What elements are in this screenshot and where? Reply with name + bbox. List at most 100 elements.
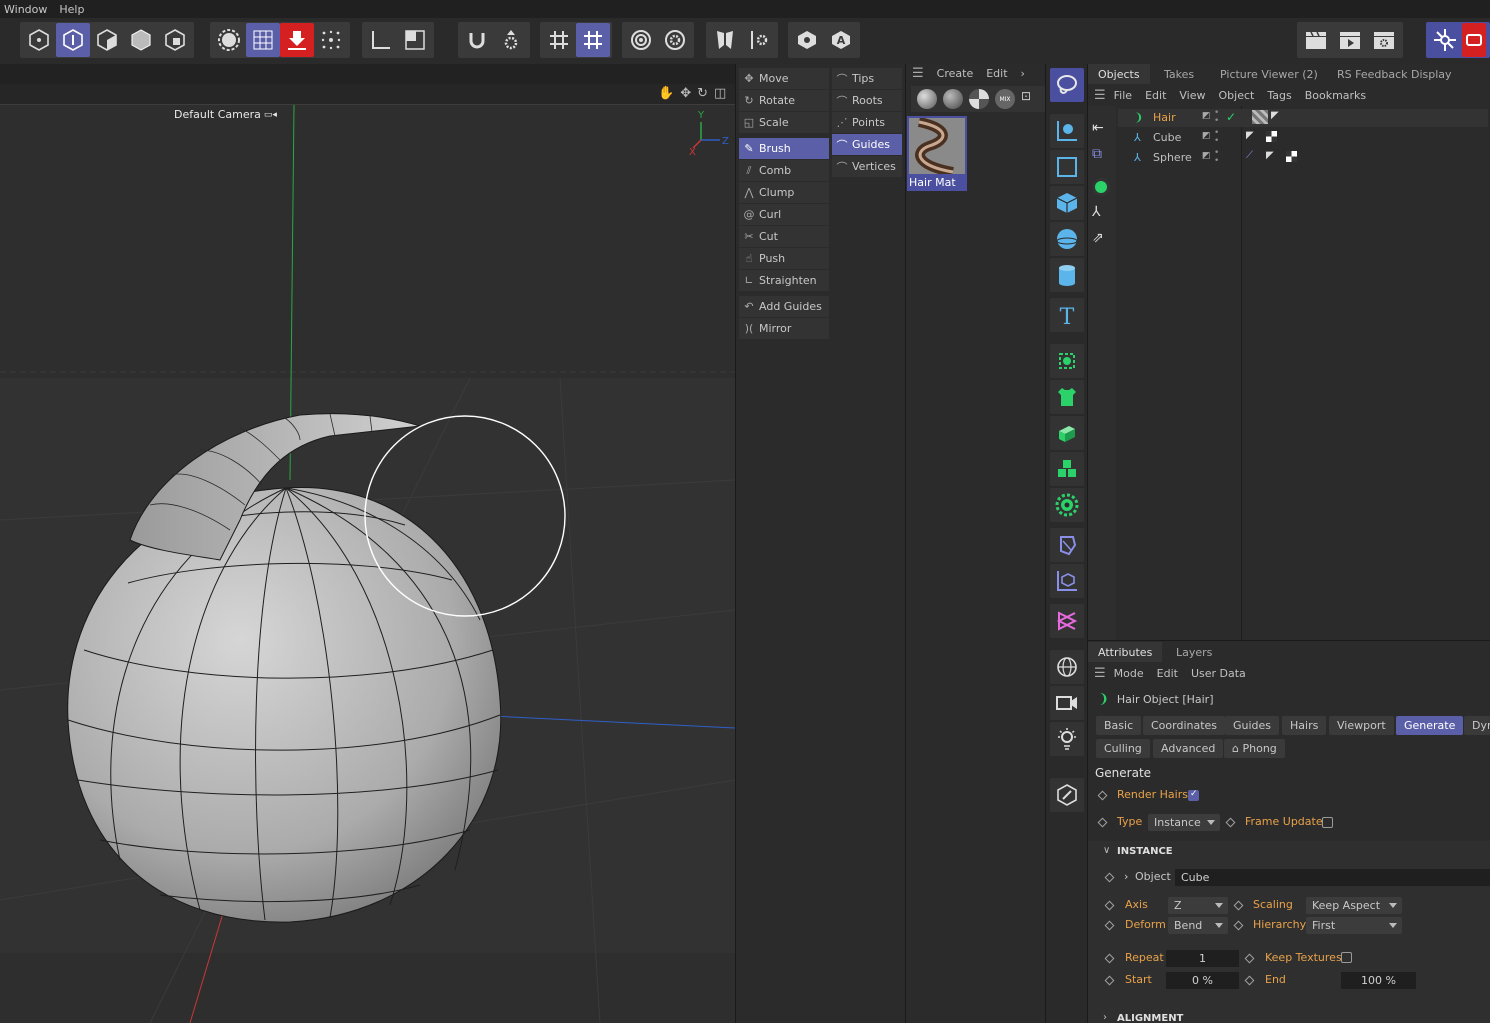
subdivision-icon[interactable]: [1050, 344, 1084, 378]
group-tab-phong[interactable]: ⌂ Phong: [1224, 739, 1285, 758]
visibility-dots-icon[interactable]: • •: [1214, 129, 1219, 146]
tag-icon[interactable]: ◤: [1266, 150, 1274, 161]
menu-tags[interactable]: Tags: [1267, 89, 1291, 102]
group-tab-advanced[interactable]: Advanced: [1153, 739, 1224, 758]
tool-brush[interactable]: ✎ Brush: [739, 138, 829, 159]
scene-globe-icon[interactable]: [1050, 650, 1084, 684]
menu-view[interactable]: View: [1179, 89, 1205, 102]
target-gear-icon[interactable]: [658, 23, 692, 57]
chevron-right-icon[interactable]: ›: [1021, 67, 1025, 80]
spline-icon[interactable]: [1050, 114, 1084, 148]
menu-object[interactable]: Object: [1219, 89, 1255, 102]
points-mode-icon[interactable]: [56, 23, 90, 57]
eye-icon[interactable]: [790, 23, 824, 57]
grid-icon[interactable]: [246, 23, 280, 57]
record-camera-icon[interactable]: [1462, 23, 1486, 57]
lasso-select-icon[interactable]: [1050, 68, 1084, 102]
redshift-icon[interactable]: [1428, 23, 1462, 57]
tool-straighten[interactable]: ∟ Straighten: [739, 270, 829, 291]
hair-tag-icon[interactable]: ⟋: [1246, 150, 1253, 161]
text-icon[interactable]: T: [1050, 298, 1084, 332]
camera-label[interactable]: Default Camera ▭◂: [174, 108, 277, 121]
menu-mode[interactable]: Mode: [1114, 667, 1144, 680]
group-tab-coordinates[interactable]: Coordinates: [1143, 716, 1226, 735]
material-tag-icon[interactable]: [1252, 110, 1268, 124]
tool-comb[interactable]: ⫽ Comb: [739, 160, 829, 181]
sphere-icon[interactable]: [1050, 222, 1084, 256]
scaling-dropdown[interactable]: Keep Aspect: [1306, 897, 1402, 914]
checker-tag-icon[interactable]: [1286, 151, 1297, 162]
menu-help[interactable]: Help: [55, 3, 88, 16]
render-dot-icon[interactable]: [1092, 178, 1110, 196]
rotate-view-icon[interactable]: ↻: [697, 86, 708, 101]
hamburger-icon[interactable]: ☰: [1094, 88, 1106, 103]
menu-user-data[interactable]: User Data: [1191, 667, 1246, 680]
render-hairs-checkbox[interactable]: [1188, 789, 1199, 801]
group-tab-viewport[interactable]: Viewport: [1329, 716, 1394, 735]
group-tab-dynamics[interactable]: Dyn: [1464, 716, 1490, 735]
material-hair-mat[interactable]: Hair Mat: [907, 116, 967, 191]
tab-attributes[interactable]: Attributes: [1088, 642, 1163, 662]
cube-icon[interactable]: [1050, 186, 1084, 220]
particles-icon[interactable]: [314, 23, 348, 57]
light-icon[interactable]: [1050, 722, 1084, 756]
clapper-icon[interactable]: [1299, 23, 1333, 57]
checker-sphere-icon[interactable]: [969, 89, 989, 109]
maximize-view-icon[interactable]: ◫: [714, 86, 726, 101]
null-icon[interactable]: ⅄: [1092, 204, 1101, 220]
hamburger-icon[interactable]: ☰: [1094, 666, 1106, 681]
mode-roots[interactable]: ⌒ Roots: [832, 90, 902, 111]
chevron-right-icon[interactable]: ›: [1103, 1012, 1107, 1023]
render-play-icon[interactable]: [1333, 23, 1367, 57]
layer-edit-icon[interactable]: ◩: [1202, 151, 1211, 161]
target-icon[interactable]: [624, 23, 658, 57]
menu-file[interactable]: File: [1114, 89, 1132, 102]
font-a-icon[interactable]: A: [824, 23, 858, 57]
layer-edit-icon[interactable]: ◩: [1202, 111, 1211, 121]
hash-grid-icon[interactable]: [542, 23, 576, 57]
object-row-cube[interactable]: ⅄ Cube ◩ • • ◤: [1118, 129, 1488, 147]
object-link-field[interactable]: Cube: [1175, 869, 1490, 886]
axis-icon[interactable]: [364, 23, 398, 57]
tab-picture-viewer[interactable]: Picture Viewer (2): [1210, 64, 1328, 84]
uv-mode-icon[interactable]: [158, 23, 192, 57]
tag-icon[interactable]: ◤: [1246, 130, 1254, 141]
tool-add-guides[interactable]: ↶ Add Guides: [739, 296, 829, 317]
pan-hand-icon[interactable]: ✋: [658, 86, 674, 101]
workplane-icon[interactable]: [398, 23, 432, 57]
tab-objects[interactable]: Objects: [1088, 64, 1150, 84]
hierarchy-icon[interactable]: ⇤: [1092, 120, 1104, 136]
material-sphere-icon[interactable]: [917, 89, 937, 109]
chevron-down-icon[interactable]: ∨: [1103, 845, 1110, 856]
hamburger-icon[interactable]: ☰: [912, 66, 924, 81]
mode-vertices[interactable]: ⌒ Vertices: [832, 156, 902, 177]
menu-edit[interactable]: Edit: [1157, 667, 1178, 680]
object-mode-icon[interactable]: [22, 23, 56, 57]
keyframe-diamond-icon[interactable]: [1225, 817, 1236, 828]
tool-move[interactable]: ✥ Move: [739, 68, 829, 89]
field-icon[interactable]: [1050, 564, 1084, 598]
mode-points[interactable]: ⋰ Points: [832, 112, 902, 133]
mix-icon[interactable]: MIX: [995, 89, 1015, 109]
viewport[interactable]: Y Z X: [0, 64, 735, 1023]
cloth-icon[interactable]: [1050, 380, 1084, 414]
group-tab-basic[interactable]: Basic: [1096, 716, 1142, 735]
gear-large-icon[interactable]: [212, 23, 246, 57]
layers-icon[interactable]: ⧉: [1092, 146, 1102, 162]
tab-layers[interactable]: Layers: [1166, 642, 1222, 662]
object-row-sphere[interactable]: ⅄ Sphere ◩ • • ⟋ ◤: [1118, 149, 1488, 167]
tag-icon[interactable]: ◤: [1271, 110, 1279, 121]
edges-mode-icon[interactable]: [90, 23, 124, 57]
axis-dropdown[interactable]: Z: [1168, 897, 1228, 914]
edit-tag-icon[interactable]: [1050, 778, 1084, 812]
group-tab-culling[interactable]: Culling: [1096, 739, 1150, 758]
material-sphere-2-icon[interactable]: [943, 89, 963, 109]
move-view-icon[interactable]: ✥: [680, 86, 691, 101]
checker-tag-icon[interactable]: [1266, 131, 1277, 142]
expand-icon[interactable]: ⇗: [1092, 230, 1104, 246]
frame-update-checkbox[interactable]: [1322, 817, 1333, 828]
tool-scale[interactable]: ◱ Scale: [739, 112, 829, 133]
snap-settings-icon[interactable]: [494, 23, 528, 57]
camera-object-icon[interactable]: [1050, 686, 1084, 720]
tab-takes[interactable]: Takes: [1154, 64, 1204, 84]
